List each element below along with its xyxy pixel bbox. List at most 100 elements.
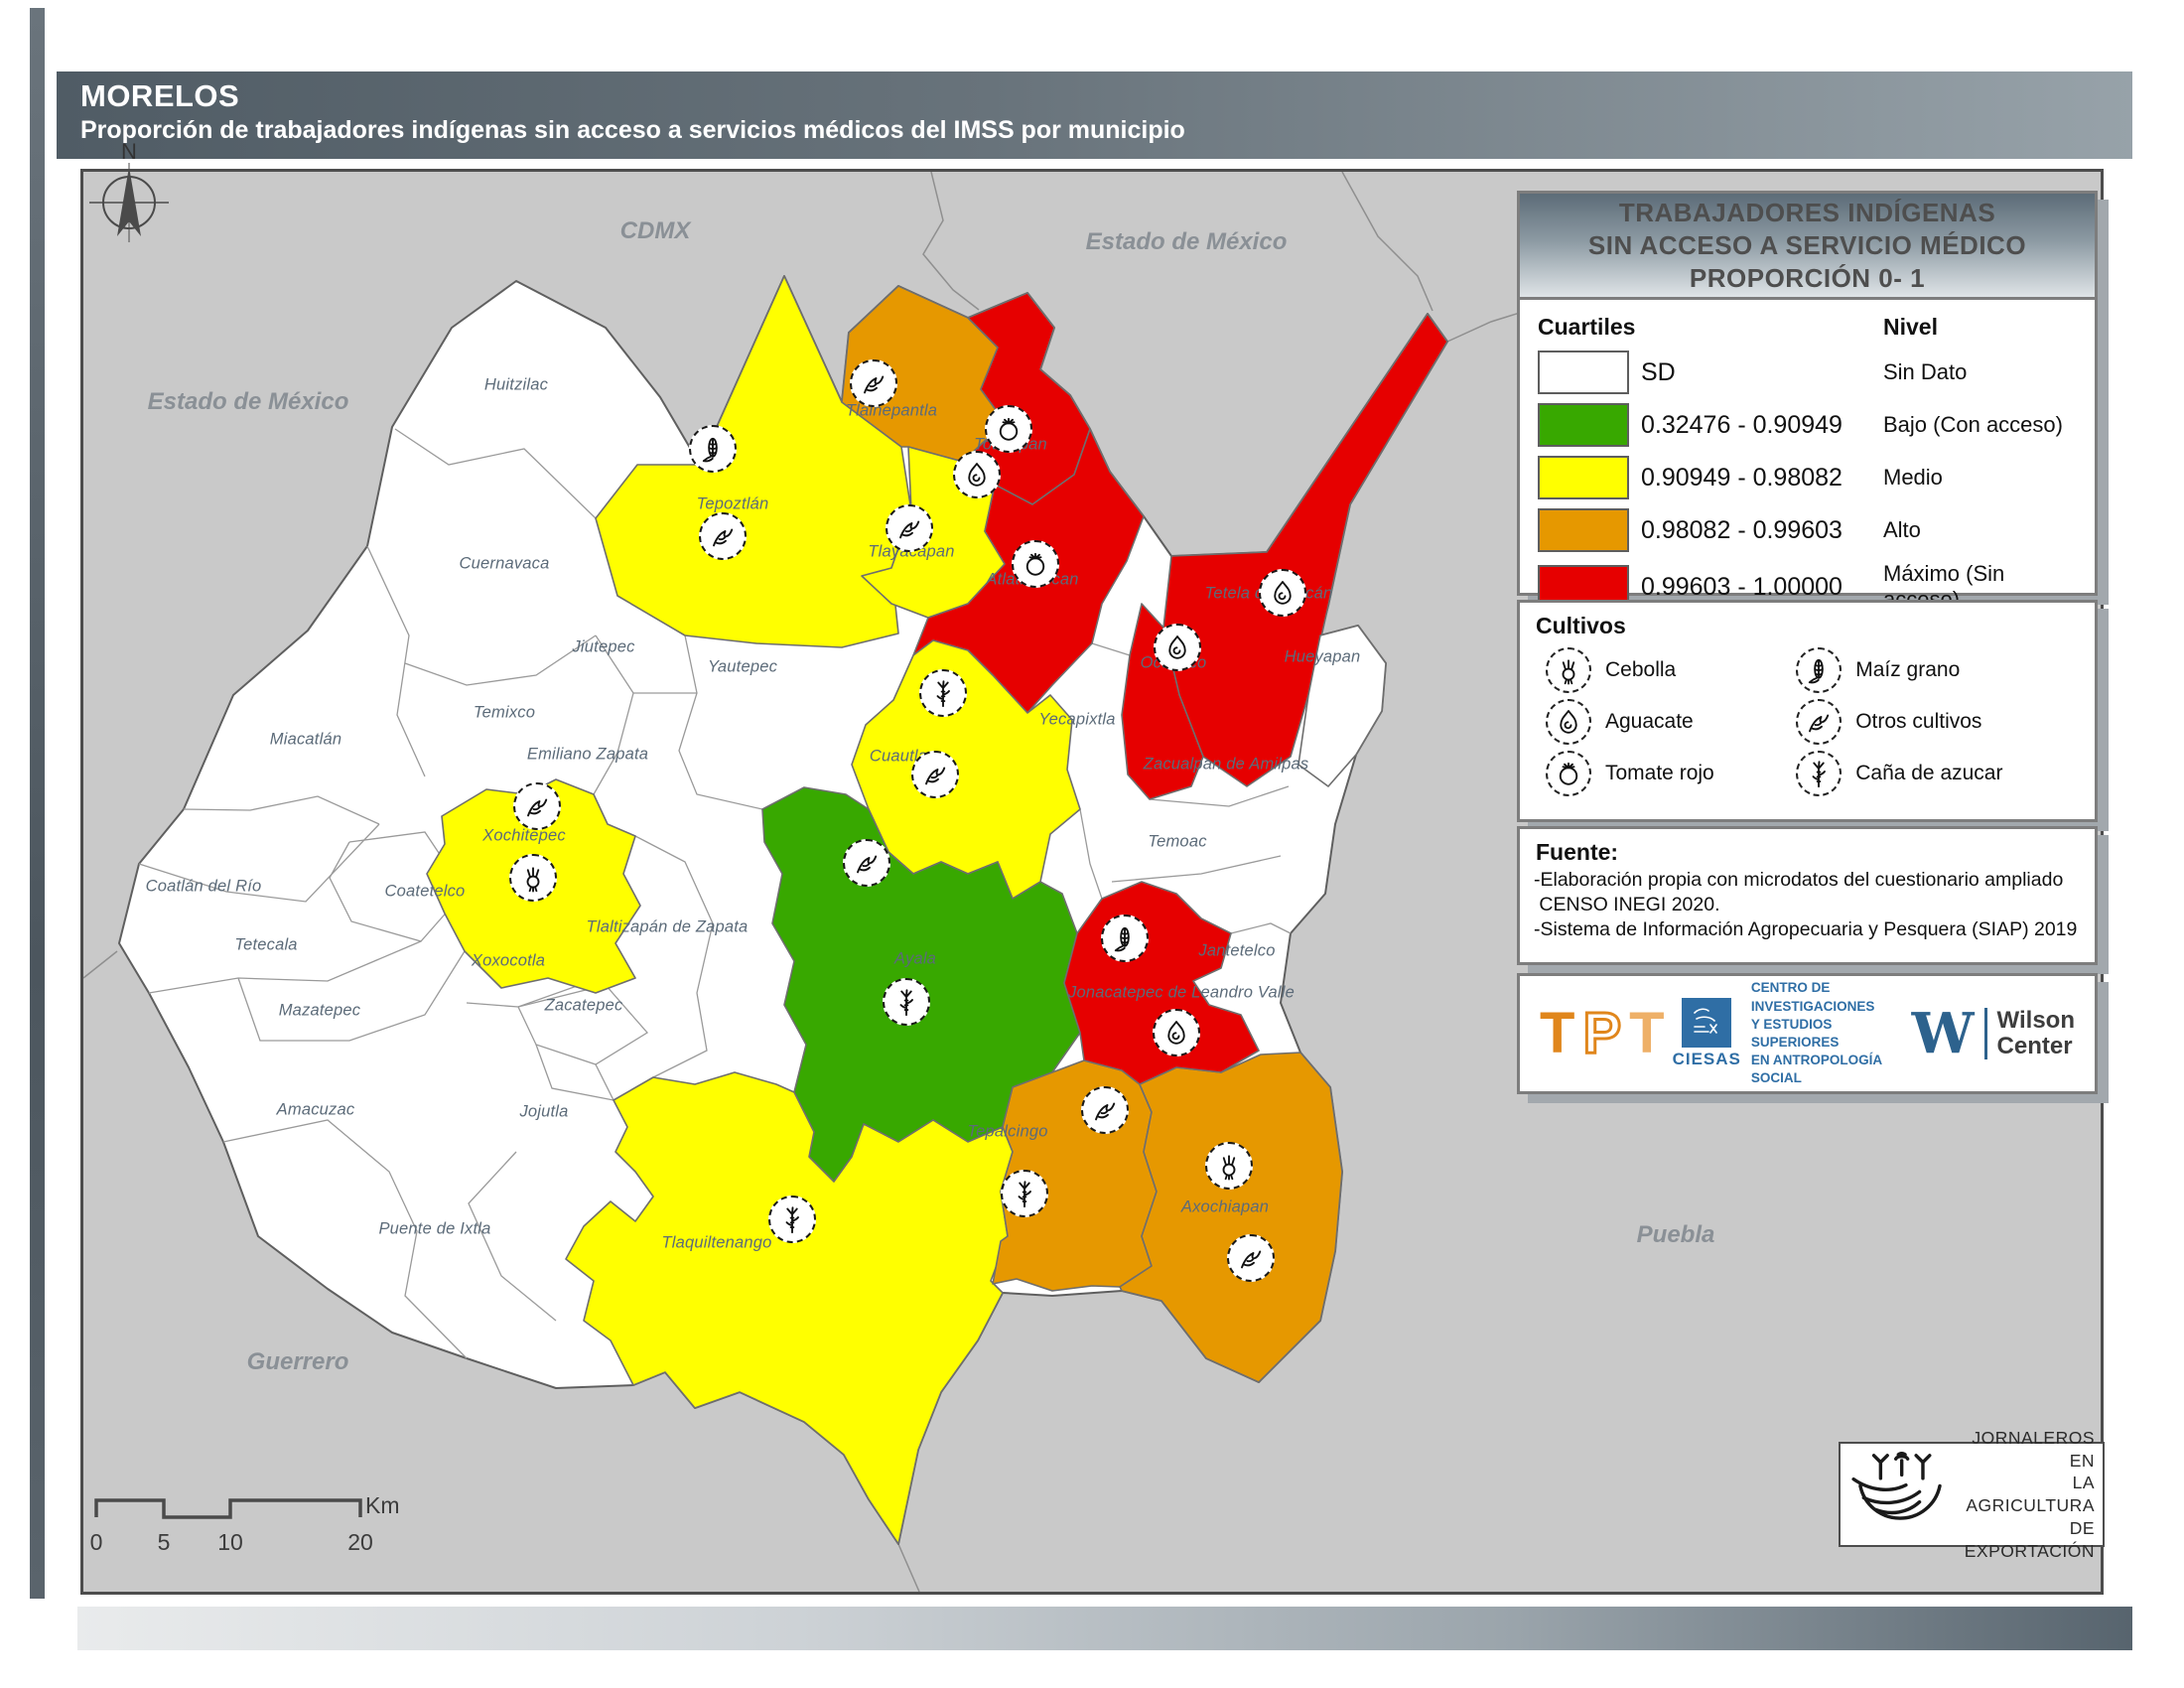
crop-marker-tomate-rojo-icon	[1012, 540, 1059, 588]
crop-marker-cana-de-azucar-icon	[919, 669, 967, 717]
map-title-block: MORELOS Proporción de trabajadores indíg…	[57, 71, 2132, 159]
cultivos-panel: Cultivos Cebolla Aguacate Tomate rojo Maíz …	[1517, 600, 2098, 822]
page-subtitle: Proporción de trabajadores indígenas sin…	[80, 116, 2132, 145]
fuente-panel: Fuente: -Elaboración propia con microdat…	[1517, 826, 2098, 965]
municipality-label-jantetelco: Jantetelco	[1198, 942, 1275, 961]
fuente-lines: -Elaboración propia con microdatos del c…	[1520, 866, 2095, 944]
bottom-accent-bar	[77, 1607, 2132, 1650]
cultivo-item-aguacate: Aguacate	[1546, 699, 1786, 745]
municipality-label-tepoztlan: Tepoztlán	[697, 495, 769, 514]
legend-range: 0.32476 - 0.90949	[1641, 411, 1883, 440]
crop-marker-cana-de-azucar-icon	[883, 978, 930, 1026]
legend-col-quartiles: Cuartiles	[1538, 314, 1883, 341]
municipality-label-yautepec: Yautepec	[708, 658, 777, 677]
crop-marker-otros-cultivos-icon	[850, 359, 897, 407]
state-boundary-line	[83, 951, 117, 978]
crop-marker-otros-cultivos-icon	[911, 751, 959, 798]
wilson-center-logo: W Wilson Center	[1912, 1006, 2075, 1061]
maiz-grano-icon	[1796, 647, 1842, 693]
municipality-label-tlalnepantla: Tlalnepantla	[846, 402, 937, 421]
fuente-line: -Sistema de Información Agropecuaria y P…	[1534, 917, 2081, 942]
logos-panel: TPT CIESAS CENTRO DE INVESTIGACIONESY ES…	[1517, 973, 2098, 1094]
state-boundary-line	[898, 1544, 919, 1592]
cultivo-label: Aguacate	[1605, 710, 1694, 734]
legend-level: Alto	[1883, 517, 2077, 543]
legend-range: 0.99603 - 1.00000	[1641, 573, 1883, 602]
municipality-label-coatetelco: Coatetelco	[385, 883, 466, 902]
legend-swatch-bajo	[1538, 403, 1629, 447]
jornaleros-field-icon	[1848, 1447, 1959, 1542]
crop-marker-cebolla-icon	[1205, 1142, 1253, 1190]
municipality-label-jonacatepec-de-leandro-valle: Jonacatepec de Leandro Valle	[1068, 984, 1295, 1003]
wilson-text: Wilson	[1997, 1008, 2075, 1034]
jornaleros-line: DE EXPORTACIÓN	[1965, 1517, 2095, 1563]
crop-marker-cana-de-azucar-icon	[768, 1196, 816, 1243]
scale-tick-label: 5	[158, 1529, 171, 1556]
cultivo-label: Maíz grano	[1855, 658, 1960, 682]
legend-level: Sin Dato	[1883, 359, 2077, 385]
municipality-label-puente-de-ixtla: Puente de Ixtla	[378, 1220, 490, 1239]
crop-marker-aguacate-icon	[1154, 624, 1201, 671]
cultivos-grid: CebollaAguacateTomate rojoMaíz granoOtro…	[1520, 641, 2095, 806]
fuente-title: Fuente:	[1520, 829, 2095, 866]
municipality-label-miacatlan: Miacatlán	[270, 731, 341, 750]
crop-marker-otros-cultivos-icon	[513, 782, 561, 830]
municipality-axochiapan	[1120, 1053, 1342, 1382]
state-boundary-line	[1342, 172, 1433, 311]
compass-north-icon: N	[84, 137, 184, 254]
scale-bar-unit: Km	[365, 1492, 400, 1519]
scale-tick-label: 10	[217, 1529, 243, 1556]
legend-row-alto: 0.98082 - 0.99603Alto	[1538, 508, 2077, 552]
legend-title-line: TRABAJADORES INDÍGENAS	[1520, 198, 2095, 228]
cebolla-icon	[1546, 647, 1591, 693]
municipality-label-zacatepec: Zacatepec	[545, 997, 623, 1016]
crop-marker-otros-cultivos-icon	[1227, 1234, 1275, 1282]
wilson-w-icon: W	[1912, 1006, 1975, 1061]
municipality-label-xoxocotla: Xoxocotla	[472, 952, 545, 971]
municipality-label-huitzilac: Huitzilac	[484, 376, 548, 395]
municipality-tlaquiltenango	[566, 1072, 1013, 1544]
ciesas-logo: CIESAS CENTRO DE INVESTIGACIONESY ESTUDI…	[1673, 979, 1912, 1087]
jornaleros-logo: JORNALEROS ENLA AGRICULTURADE EXPORTACIÓ…	[1839, 1442, 2105, 1547]
state-boundary-line	[1447, 312, 1523, 342]
wilson-divider	[1984, 1008, 1987, 1059]
page-title: MORELOS	[80, 79, 2132, 113]
neighbor-label-estado-de-mexico: Estado de México	[1086, 228, 1288, 256]
municipality-label-tlaltizapan-de-zapata: Tlaltizapán de Zapata	[587, 918, 749, 937]
legend-rows: SDSin Dato0.32476 - 0.90949Bajo (Con acc…	[1520, 345, 2095, 628]
municipality-label-coatlan-del-rio: Coatlán del Río	[146, 878, 262, 897]
municipality-label-tepalcingo: Tepalcingo	[967, 1123, 1047, 1142]
legend-title-line: SIN ACCESO A SERVICIO MÉDICO	[1520, 230, 2095, 261]
legend-swatch-medio	[1538, 456, 1629, 499]
cultivos-title: Cultivos	[1520, 603, 2095, 641]
municipality-label-temoac: Temoac	[1148, 833, 1206, 852]
municipality-label-jojutla: Jojutla	[519, 1103, 568, 1122]
legend-level: Bajo (Con acceso)	[1883, 412, 2077, 438]
crop-marker-cana-de-azucar-icon	[1001, 1170, 1048, 1217]
municipality-label-temixco: Temixco	[474, 704, 535, 723]
left-accent-bar	[30, 8, 45, 1599]
municipality-label-cuernavaca: Cuernavaca	[460, 555, 550, 574]
ciesas-icon	[1682, 998, 1731, 1048]
ciesas-line: Y ESTUDIOS SUPERIORES	[1751, 1016, 1912, 1052]
cultivo-item-maiz-grano: Maíz grano	[1796, 647, 2075, 693]
legend-range: 0.90949 - 0.98082	[1641, 464, 1883, 492]
municipality-label-hueyapan: Hueyapan	[1285, 648, 1361, 667]
crop-marker-maiz-grano-icon	[689, 425, 737, 473]
crop-marker-tomate-rojo-icon	[985, 405, 1032, 453]
crop-marker-otros-cultivos-icon	[886, 504, 933, 552]
legend-col-level: Nivel	[1883, 314, 2077, 341]
otros-cultivos-icon	[1796, 699, 1842, 745]
tpt-letter: P	[1582, 1001, 1629, 1065]
tpt-letter: T	[1629, 1001, 1672, 1065]
legend-range: SD	[1641, 358, 1883, 387]
jornaleros-line: JORNALEROS EN	[1965, 1427, 2095, 1473]
jornaleros-text: JORNALEROS ENLA AGRICULTURADE EXPORTACIÓ…	[1965, 1427, 2095, 1563]
crop-marker-maiz-grano-icon	[1101, 914, 1149, 962]
cultivo-label: Tomate rojo	[1605, 762, 1714, 785]
jornaleros-line: LA AGRICULTURA	[1965, 1472, 2095, 1517]
legend-title-line: PROPORCIÓN 0- 1	[1520, 263, 2095, 294]
tpt-logo: TPT	[1540, 1005, 1673, 1062]
neighbor-label-puebla: Puebla	[1637, 1221, 1715, 1249]
cultivo-item-cebolla: Cebolla	[1546, 647, 1786, 693]
